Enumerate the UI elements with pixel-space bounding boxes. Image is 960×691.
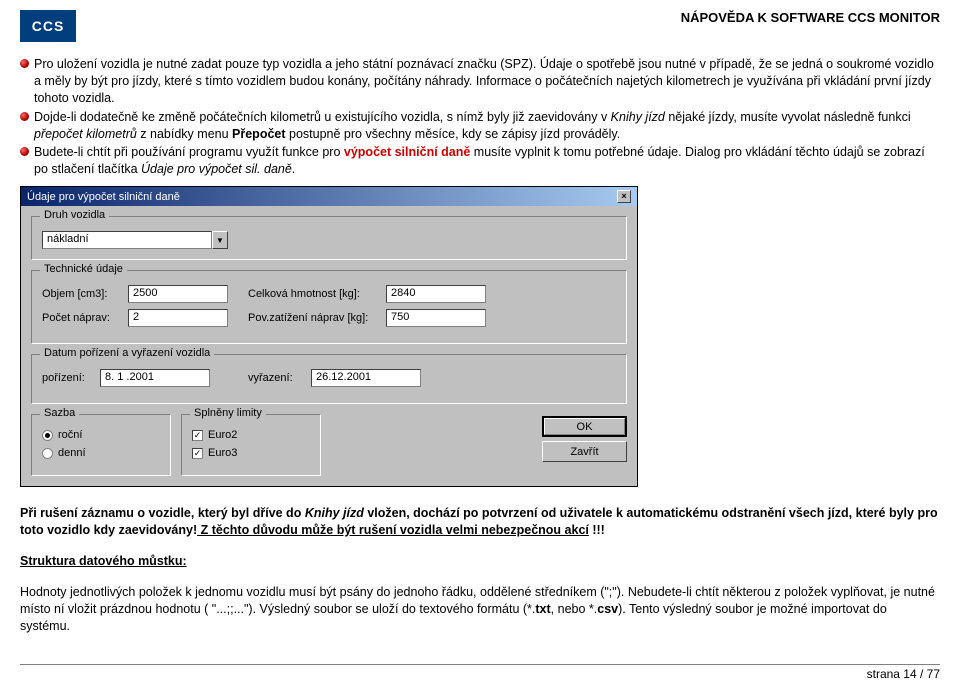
p2-italic-prepocet: přepočet kilometrů bbox=[34, 127, 137, 141]
struktura-heading: Struktura datového můstku: bbox=[20, 553, 940, 570]
paragraph-2: Dojde-li dodatečně ke změně počátečních … bbox=[20, 109, 940, 143]
fieldset-sazba: Sazba roční denní bbox=[31, 414, 171, 476]
page-header-title: NÁPOVĚDA K SOFTWARE CCS MONITOR bbox=[681, 10, 940, 25]
radio-rocni[interactable]: roční bbox=[42, 429, 160, 441]
fieldset-datum: Datum pořízení a vyřazení vozidla poříze… bbox=[31, 354, 627, 404]
s-b: txt bbox=[535, 602, 550, 616]
p2-text-e: z nabídky menu bbox=[137, 127, 232, 141]
vyrazeni-input[interactable]: 26.12.2001 bbox=[311, 369, 421, 387]
fieldset-druh-vozidla: Druh vozidla nákladní ▼ bbox=[31, 216, 627, 260]
p2-text-c: nějaké jízdy, musíte vyvolat následně fu… bbox=[665, 110, 911, 124]
check-euro3-label: Euro3 bbox=[208, 447, 237, 459]
check-euro3[interactable]: ✓ Euro3 bbox=[192, 447, 310, 459]
celkova-input[interactable]: 2840 bbox=[386, 285, 486, 303]
check-euro2-label: Euro2 bbox=[208, 429, 237, 441]
check-euro2[interactable]: ✓ Euro2 bbox=[192, 429, 310, 441]
legend-technicke: Technické údaje bbox=[40, 263, 127, 275]
logo: CCS bbox=[20, 10, 76, 42]
close-icon[interactable]: × bbox=[617, 190, 631, 203]
warn-d: Z těchto důvodu může být rušení vozidla … bbox=[197, 523, 589, 537]
dialog-title: Údaje pro výpočet silniční daně bbox=[27, 191, 180, 203]
chevron-down-icon[interactable]: ▼ bbox=[212, 231, 228, 249]
p3-text-e: . bbox=[292, 162, 295, 176]
fieldset-limity: Splněny limity ✓ Euro2 ✓ Euro3 bbox=[181, 414, 321, 476]
objem-input[interactable]: 2500 bbox=[128, 285, 228, 303]
p3-text-a: Budete-li chtít při používání programu v… bbox=[34, 145, 344, 159]
ok-button-label: OK bbox=[544, 418, 625, 435]
pocet-label: Počet náprav: bbox=[42, 312, 120, 324]
radio-rocni-label: roční bbox=[58, 429, 82, 441]
dialog-titlebar: Údaje pro výpočet silniční daně × bbox=[21, 187, 637, 206]
druh-vozidla-select[interactable]: nákladní bbox=[42, 231, 212, 249]
radio-denni-label: denní bbox=[58, 447, 86, 459]
paragraph-3: Budete-li chtít při používání programu v… bbox=[20, 144, 940, 178]
s-d: csv bbox=[597, 602, 618, 616]
warn-a: Při rušení záznamu o vozidle, který byl … bbox=[20, 506, 305, 520]
pocet-input[interactable]: 2 bbox=[128, 309, 228, 327]
p2-text-a: Dojde-li dodatečně ke změně počátečních … bbox=[34, 110, 611, 124]
legend-druh-vozidla: Druh vozidla bbox=[40, 209, 109, 221]
porizeni-label: pořízení: bbox=[42, 372, 92, 384]
struktura-heading-text: Struktura datového můstku: bbox=[20, 554, 187, 568]
objem-label: Objem [cm3]: bbox=[42, 288, 120, 300]
pov-input[interactable]: 750 bbox=[386, 309, 486, 327]
p2-text-g: postupně pro všechny měsíce, kdy se zápi… bbox=[286, 127, 621, 141]
dialog-silnicni-dan: Údaje pro výpočet silniční daně × Druh v… bbox=[20, 186, 638, 487]
p3-red-vypocet: výpočet silniční daně bbox=[344, 145, 474, 159]
checkbox-icon: ✓ bbox=[192, 430, 203, 441]
p2-italic-knihy: Knihy jízd bbox=[611, 110, 665, 124]
page-number: strana 14 / 77 bbox=[20, 667, 940, 681]
warn-e: !!! bbox=[589, 523, 605, 537]
vyrazeni-label: vyřazení: bbox=[248, 372, 303, 384]
legend-sazba: Sazba bbox=[40, 407, 79, 419]
checkbox-icon: ✓ bbox=[192, 448, 203, 459]
paragraph-1: Pro uložení vozidla je nutné zadat pouze… bbox=[20, 56, 940, 107]
radio-icon bbox=[42, 448, 53, 459]
legend-datum: Datum pořízení a vyřazení vozidla bbox=[40, 347, 214, 359]
paragraph-1-text: Pro uložení vozidla je nutné zadat pouze… bbox=[34, 57, 934, 105]
warning-note: Při rušení záznamu o vozidle, který byl … bbox=[20, 505, 940, 539]
porizeni-input[interactable]: 8. 1 .2001 bbox=[100, 369, 210, 387]
radio-denni[interactable]: denní bbox=[42, 447, 160, 459]
legend-limity: Splněny limity bbox=[190, 407, 266, 419]
zavrit-button[interactable]: Zavřít bbox=[542, 441, 627, 462]
s-c: , nebo *. bbox=[551, 602, 598, 616]
p3-italic-udaje: Údaje pro výpočet sil. daně bbox=[141, 162, 292, 176]
struktura-body: Hodnoty jednotlivých položek k jednomu v… bbox=[20, 584, 940, 635]
celkova-label: Celková hmotnost [kg]: bbox=[248, 288, 378, 300]
warn-b: Knihy jízd bbox=[305, 506, 364, 520]
radio-icon bbox=[42, 430, 53, 441]
ok-button[interactable]: OK bbox=[542, 416, 627, 437]
fieldset-technicke-udaje: Technické údaje Objem [cm3]: 2500 Celkov… bbox=[31, 270, 627, 344]
p2-bold-prepocet: Přepočet bbox=[232, 127, 286, 141]
pov-label: Pov.zatížení náprav [kg]: bbox=[248, 312, 378, 324]
